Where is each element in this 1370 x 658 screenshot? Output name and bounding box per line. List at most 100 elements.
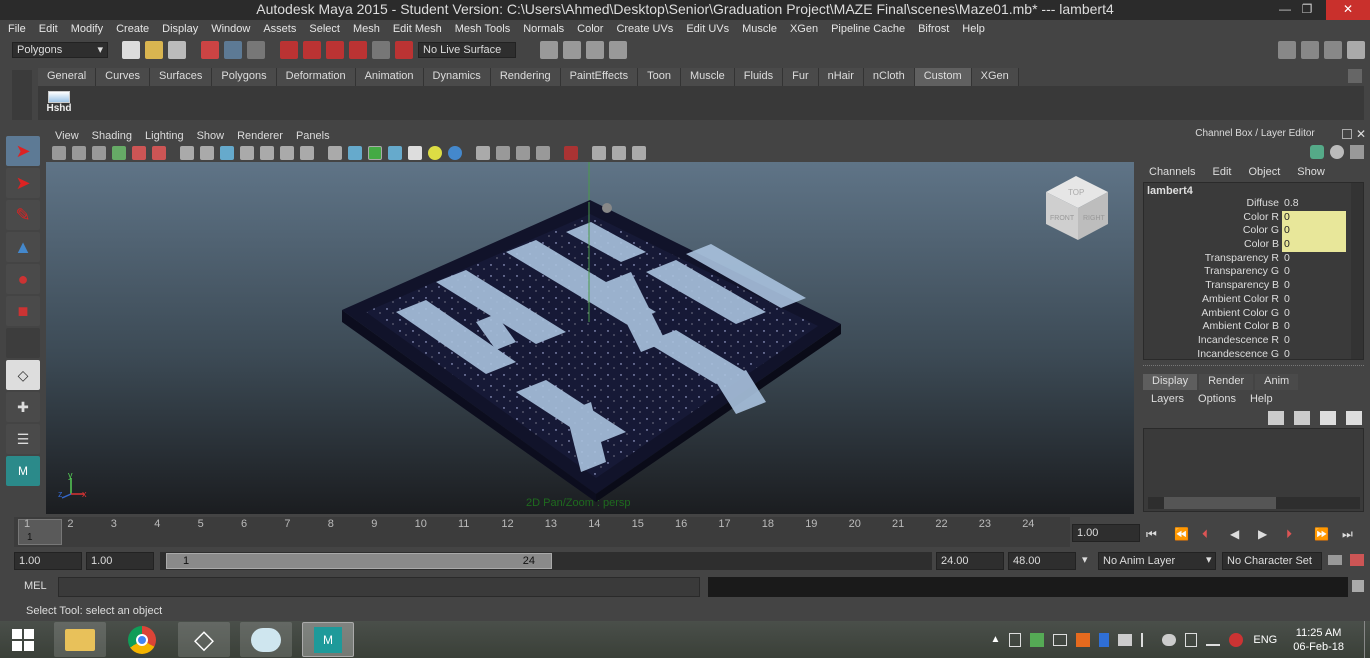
- battery-icon[interactable]: [1118, 633, 1133, 646]
- make-live-icon[interactable]: [372, 41, 390, 59]
- float-panel-icon[interactable]: [1342, 129, 1352, 139]
- attribute-value[interactable]: 0: [1282, 334, 1346, 348]
- move-tool-icon[interactable]: ▲: [6, 232, 40, 262]
- attribute-row[interactable]: Transparency R0: [1144, 252, 1363, 266]
- restore-button[interactable]: ❐: [1290, 0, 1324, 20]
- menu-bifrost[interactable]: Bifrost: [918, 23, 949, 35]
- layer-menu-layers[interactable]: Layers: [1151, 393, 1184, 405]
- attribute-value[interactable]: 0: [1282, 293, 1346, 307]
- play-backward-icon[interactable]: ◀: [1230, 527, 1258, 541]
- attribute-value[interactable]: 0: [1282, 252, 1346, 266]
- shadows-icon[interactable]: [448, 146, 462, 160]
- resolution-gate-icon[interactable]: [220, 146, 234, 160]
- go-to-end-icon[interactable]: ⏭: [1342, 527, 1362, 542]
- shelf-tab-surfaces[interactable]: Surfaces: [149, 68, 213, 86]
- cb-menu-channels[interactable]: Channels: [1149, 166, 1195, 178]
- shelf-menu-handle[interactable]: [12, 70, 32, 120]
- snap-grid-icon[interactable]: [280, 41, 298, 59]
- attribute-name[interactable]: Transparency G: [1144, 265, 1282, 279]
- menu-color[interactable]: Color: [577, 23, 603, 35]
- shelf-tab-rendering[interactable]: Rendering: [490, 68, 561, 86]
- attribute-row[interactable]: Ambient Color B0: [1144, 320, 1363, 334]
- 2d-pan-zoom-icon[interactable]: [132, 146, 146, 160]
- shelf-tab-toon[interactable]: Toon: [638, 68, 681, 86]
- select-tool-icon[interactable]: ➤: [6, 136, 40, 166]
- attribute-editor-icon[interactable]: [1301, 41, 1319, 59]
- render-view-icon[interactable]: [540, 41, 558, 59]
- layer-tab-anim[interactable]: Anim: [1255, 374, 1299, 390]
- new-empty-layer-icon[interactable]: [1320, 411, 1336, 425]
- shelf-tab-fluids[interactable]: Fluids: [734, 68, 784, 86]
- cloud-icon[interactable]: [1162, 633, 1177, 646]
- sphere-object[interactable]: [602, 203, 612, 213]
- render-settings-icon[interactable]: [609, 41, 627, 59]
- snap-view-plane-icon[interactable]: [349, 41, 367, 59]
- play-forward-icon[interactable]: ▶: [1258, 527, 1286, 541]
- layer-tab-render[interactable]: Render: [1199, 374, 1254, 390]
- menu-create[interactable]: Create: [116, 23, 149, 35]
- menu-xgen[interactable]: XGen: [790, 23, 818, 35]
- attribute-name[interactable]: Transparency B: [1144, 279, 1282, 293]
- menu-display[interactable]: Display: [162, 23, 198, 35]
- attribute-value[interactable]: 0: [1282, 320, 1346, 334]
- attribute-name[interactable]: Color G: [1144, 224, 1282, 238]
- character-set-select[interactable]: No Character Set: [1222, 552, 1322, 570]
- shelf-tab-xgen[interactable]: XGen: [971, 68, 1019, 86]
- film-gate-icon[interactable]: [200, 146, 214, 160]
- layer-tab-display[interactable]: Display: [1143, 374, 1198, 390]
- scale-tool-icon[interactable]: ■: [6, 296, 40, 326]
- safe-title-icon[interactable]: [300, 146, 314, 160]
- attribute-name[interactable]: Incandescence G: [1144, 348, 1282, 362]
- attribute-name[interactable]: Color R: [1144, 211, 1282, 225]
- xray-joints-icon[interactable]: [592, 146, 606, 160]
- taskbar-file-explorer[interactable]: [54, 622, 106, 657]
- share-icon[interactable]: [632, 146, 646, 160]
- anti-aliasing-icon[interactable]: [516, 146, 530, 160]
- settings-icon[interactable]: [1350, 145, 1364, 159]
- depth-of-field-icon[interactable]: [536, 146, 550, 160]
- taskbar-paint[interactable]: [240, 622, 292, 657]
- attribute-row[interactable]: Transparency G0: [1144, 265, 1363, 279]
- open-scene-icon[interactable]: [145, 41, 163, 59]
- attribute-name[interactable]: Ambient Color R: [1144, 293, 1282, 307]
- trash-icon[interactable]: [1348, 69, 1362, 83]
- camera-attributes-icon[interactable]: [72, 146, 86, 160]
- attribute-name[interactable]: Diffuse: [1144, 197, 1282, 211]
- outliner-layout-icon[interactable]: ☰: [6, 424, 40, 454]
- taskbar-maya[interactable]: M: [302, 622, 354, 657]
- attribute-row[interactable]: Diffuse 0.8: [1144, 197, 1363, 211]
- playback-start-field[interactable]: 1.00: [86, 552, 154, 570]
- viewport-menu-show[interactable]: Show: [197, 130, 225, 142]
- grease-pencil-icon[interactable]: [152, 146, 166, 160]
- live-surface-field[interactable]: No Live Surface: [418, 42, 516, 58]
- cb-menu-show[interactable]: Show: [1297, 166, 1325, 178]
- attribute-row[interactable]: Ambient Color G0: [1144, 307, 1363, 321]
- anim-layer-chevron-icon[interactable]: ▾: [1082, 553, 1088, 566]
- character-set-chevron-icon[interactable]: ▾: [1206, 553, 1212, 566]
- attribute-row[interactable]: Color B0: [1144, 238, 1363, 252]
- wifi-icon[interactable]: [1206, 634, 1221, 646]
- menu-select[interactable]: Select: [309, 23, 340, 35]
- flag-icon[interactable]: [1141, 632, 1153, 647]
- menu-window[interactable]: Window: [211, 23, 250, 35]
- menu-edit-uvs[interactable]: Edit UVs: [686, 23, 729, 35]
- shelf-tab-muscle[interactable]: Muscle: [680, 68, 735, 86]
- wireframe-icon[interactable]: [328, 146, 342, 160]
- wireframe-on-shaded-icon[interactable]: [368, 146, 382, 160]
- attribute-value[interactable]: 0: [1282, 279, 1346, 293]
- new-scene-icon[interactable]: [122, 41, 140, 59]
- step-forward-icon[interactable]: ⏩: [1314, 527, 1342, 541]
- go-to-start-icon[interactable]: ⏮: [1146, 527, 1174, 542]
- attribute-name[interactable]: Ambient Color G: [1144, 307, 1282, 321]
- viewport-menu-shading[interactable]: Shading: [92, 130, 132, 142]
- save-scene-icon[interactable]: [168, 41, 186, 59]
- attribute-value[interactable]: 0: [1282, 307, 1346, 321]
- viewport-menu-panels[interactable]: Panels: [296, 130, 330, 142]
- volume-muted-icon[interactable]: [1229, 632, 1244, 647]
- start-button[interactable]: [0, 621, 46, 658]
- menu-mesh-tools[interactable]: Mesh Tools: [455, 23, 510, 35]
- attribute-name[interactable]: Incandescence R: [1144, 334, 1282, 348]
- layer-hscrollbar[interactable]: [1148, 497, 1360, 509]
- snap-curve-icon[interactable]: [303, 41, 321, 59]
- menu-help[interactable]: Help: [962, 23, 985, 35]
